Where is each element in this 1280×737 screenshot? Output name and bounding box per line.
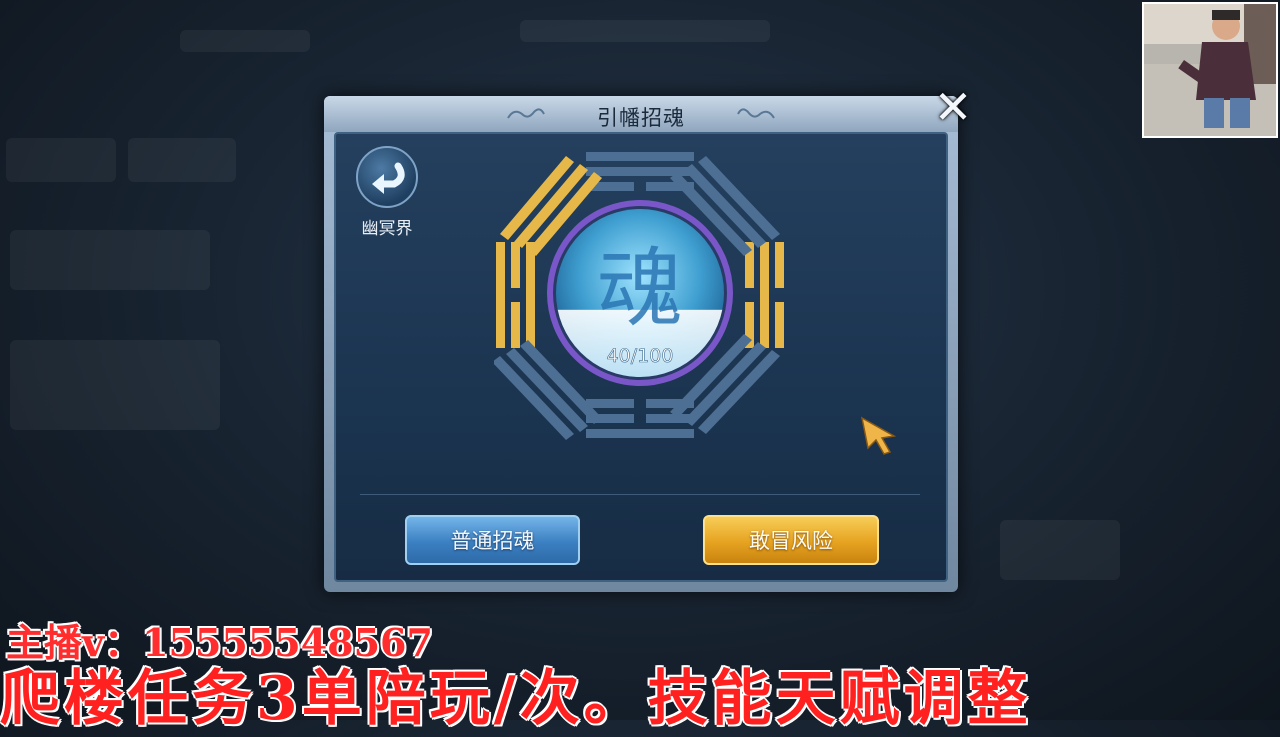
service-banner: 爬楼任务3单陪玩/次。技能天赋调整 xyxy=(0,664,1032,734)
dialog-divider xyxy=(360,494,920,495)
streamer-person-image xyxy=(1144,4,1276,136)
background-panel xyxy=(10,340,220,430)
soul-glyph: 魂 xyxy=(597,239,683,339)
close-icon: ✕ xyxy=(933,80,973,134)
golden-arrow-cursor-icon xyxy=(860,416,897,455)
trigram-left xyxy=(496,242,535,348)
background-panel xyxy=(128,138,236,182)
dialog-header: 引幡招魂 xyxy=(324,96,958,132)
streamer-webcam xyxy=(1142,2,1278,138)
return-button-label: 幽冥界 xyxy=(361,219,413,239)
background-panel xyxy=(1000,520,1120,580)
return-arrow-icon xyxy=(372,162,405,194)
return-button[interactable] xyxy=(356,146,418,208)
soul-progress-text: 40/100 xyxy=(607,345,674,367)
bagua-soul-orb[interactable]: 魂 40/100 xyxy=(494,150,786,440)
background-panel xyxy=(180,30,310,52)
trigram-right xyxy=(745,242,784,348)
close-button[interactable]: ✕ xyxy=(930,84,976,130)
background-panel xyxy=(520,20,770,42)
background-panel xyxy=(10,230,210,290)
dialog-title: 引幡招魂 xyxy=(597,106,685,130)
normal-summon-button[interactable]: 普通招魂 xyxy=(405,515,580,565)
background-panel xyxy=(6,138,116,182)
risk-summon-button[interactable]: 敢冒风险 xyxy=(703,515,879,565)
